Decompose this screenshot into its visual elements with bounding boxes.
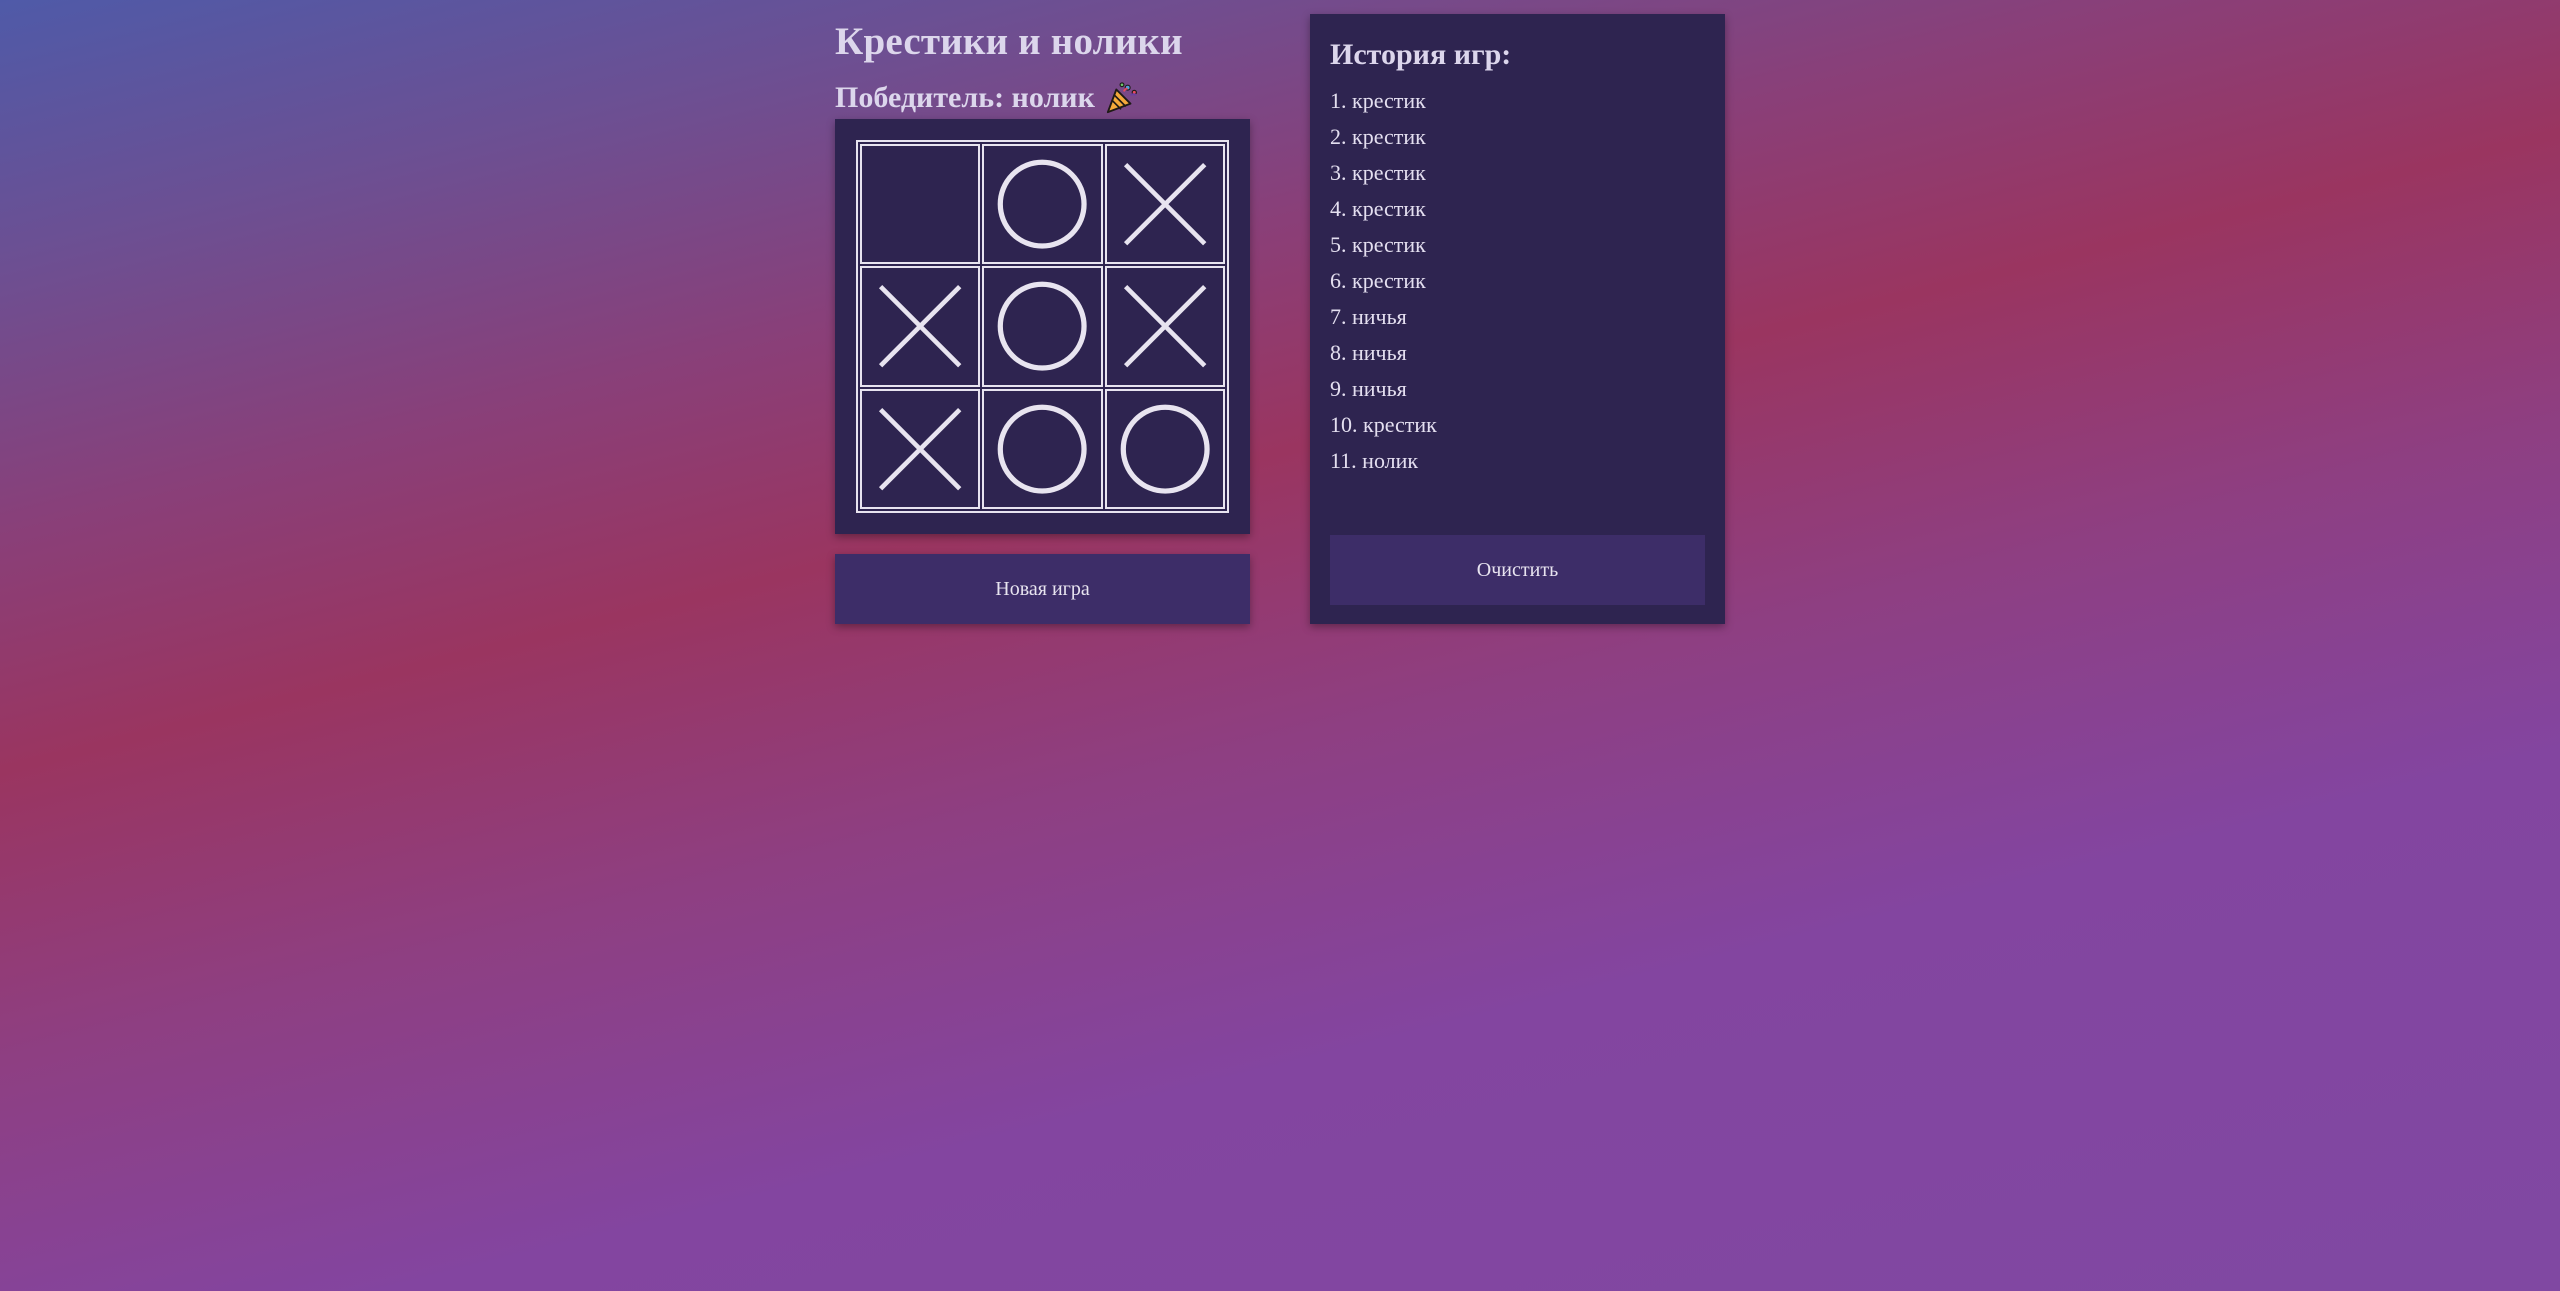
- board-cell-2[interactable]: [982, 144, 1103, 265]
- cross-mark: [878, 407, 962, 491]
- board-panel: [835, 119, 1250, 534]
- board-cell-1[interactable]: [860, 144, 981, 265]
- party-popper-icon: [1105, 81, 1139, 115]
- board-cell-4[interactable]: [860, 266, 981, 387]
- board-cell-5[interactable]: [982, 266, 1103, 387]
- cross-mark: [878, 285, 962, 368]
- board-cell-3[interactable]: [1104, 144, 1225, 265]
- history-item: 4. крестик: [1330, 196, 1426, 221]
- board-cell-6[interactable]: [1104, 266, 1225, 387]
- history-item: 11. нолик: [1330, 448, 1419, 473]
- history-item: 8. ничья: [1330, 340, 1407, 365]
- clear-history-button[interactable]: Очистить: [1330, 535, 1705, 605]
- history-item: 3. крестик: [1330, 160, 1426, 185]
- history-title: История игр:: [1330, 38, 1512, 71]
- history-item: 10. крестик: [1330, 412, 1437, 437]
- cross-mark: [1123, 285, 1207, 368]
- history-item: 6. крестик: [1330, 268, 1426, 293]
- history-list: 1. крестик 2. крестик 3. крестик 4. крес…: [1330, 83, 1705, 479]
- nought-mark: [997, 282, 1087, 372]
- board-cell-7[interactable]: [860, 388, 981, 510]
- winner-label: Победитель: нолик: [835, 81, 1095, 114]
- history-item: 2. крестик: [1330, 124, 1426, 149]
- nought-mark: [997, 159, 1087, 249]
- history-item: 7. ничья: [1330, 304, 1407, 329]
- history-item: 1. крестик: [1330, 88, 1426, 113]
- game-column: Крестики и нолики Победитель: нолик Нова…: [835, 0, 1250, 624]
- history-item: 5. крестик: [1330, 232, 1426, 257]
- cross-mark: [1123, 162, 1207, 246]
- board-cell-9[interactable]: [1104, 388, 1225, 510]
- new-game-button[interactable]: Новая игра: [835, 554, 1250, 624]
- page-title: Крестики и нолики: [835, 20, 1183, 63]
- history-item: 9. ничья: [1330, 376, 1407, 401]
- winner-status: Победитель: нолик: [835, 81, 1250, 115]
- board-cell-8[interactable]: [982, 388, 1103, 510]
- nought-mark: [1120, 404, 1210, 494]
- nought-mark: [997, 404, 1087, 494]
- history-panel: История игр: 1. крестик 2. крестик 3. кр…: [1310, 14, 1725, 624]
- game-board: [856, 140, 1229, 513]
